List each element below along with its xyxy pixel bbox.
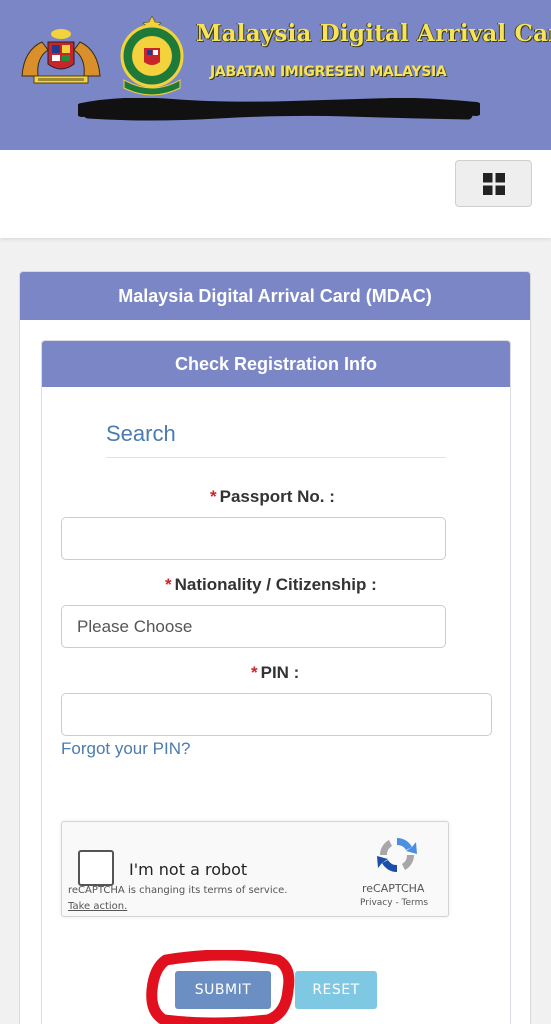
grid-icon	[482, 172, 505, 195]
mdac-panel: Malaysia Digital Arrival Card (MDAC) Che…	[19, 271, 531, 1024]
check-registration-title: Check Registration Info	[42, 341, 510, 387]
submit-button[interactable]: SUBMIT	[175, 971, 271, 1009]
required-mark: *	[251, 663, 258, 682]
recaptcha-label: I'm not a robot	[129, 860, 248, 879]
mdac-panel-title: Malaysia Digital Arrival Card (MDAC)	[20, 272, 530, 320]
banner-title: Malaysia Digital Arrival Card	[196, 20, 551, 47]
check-registration-panel: Check Registration Info Search * Passport…	[41, 340, 511, 1024]
nationality-label: * Nationality / Citizenship :	[165, 575, 377, 595]
section-divider	[106, 457, 446, 458]
forgot-pin-link[interactable]: Forgot your PIN?	[61, 739, 190, 759]
coat-of-arms-icon	[21, 29, 101, 84]
recaptcha-notice: reCAPTCHA is changing its terms of servi…	[68, 885, 288, 896]
pin-label-text: PIN :	[260, 663, 300, 682]
pin-input[interactable]	[61, 693, 492, 736]
passport-label: * Passport No. :	[210, 487, 335, 507]
header-banner: Malaysia Digital Arrival Card JABATAN IM…	[0, 0, 551, 150]
recaptcha-logo-icon	[377, 838, 417, 872]
nav-bar	[0, 150, 551, 238]
banner-subtitle: JABATAN IMIGRESEN MALAYSIA	[210, 64, 447, 80]
recaptcha-take-action-link[interactable]: Take action.	[68, 901, 127, 912]
passport-input[interactable]	[61, 517, 446, 560]
recaptcha-widget: I'm not a robot reCAPTCHA is changing it…	[61, 821, 449, 917]
required-mark: *	[210, 487, 217, 506]
nationality-select[interactable]: Please Choose	[61, 605, 446, 648]
required-mark: *	[165, 575, 172, 594]
search-section-title: Search	[106, 421, 176, 446]
recaptcha-privacy-terms[interactable]: Privacy - Terms	[360, 898, 428, 908]
recaptcha-brand: reCAPTCHA	[362, 882, 425, 895]
imigresen-emblem-icon	[120, 15, 184, 96]
recaptcha-checkbox[interactable]	[78, 850, 114, 886]
passport-label-text: Passport No. :	[219, 487, 335, 506]
redaction-mark	[78, 98, 480, 121]
menu-toggle-button[interactable]	[455, 160, 532, 207]
reset-button[interactable]: RESET	[295, 971, 377, 1009]
nationality-selected-value: Please Choose	[77, 616, 193, 636]
pin-label: * PIN :	[251, 663, 299, 683]
nationality-label-text: Nationality / Citizenship :	[174, 575, 377, 594]
